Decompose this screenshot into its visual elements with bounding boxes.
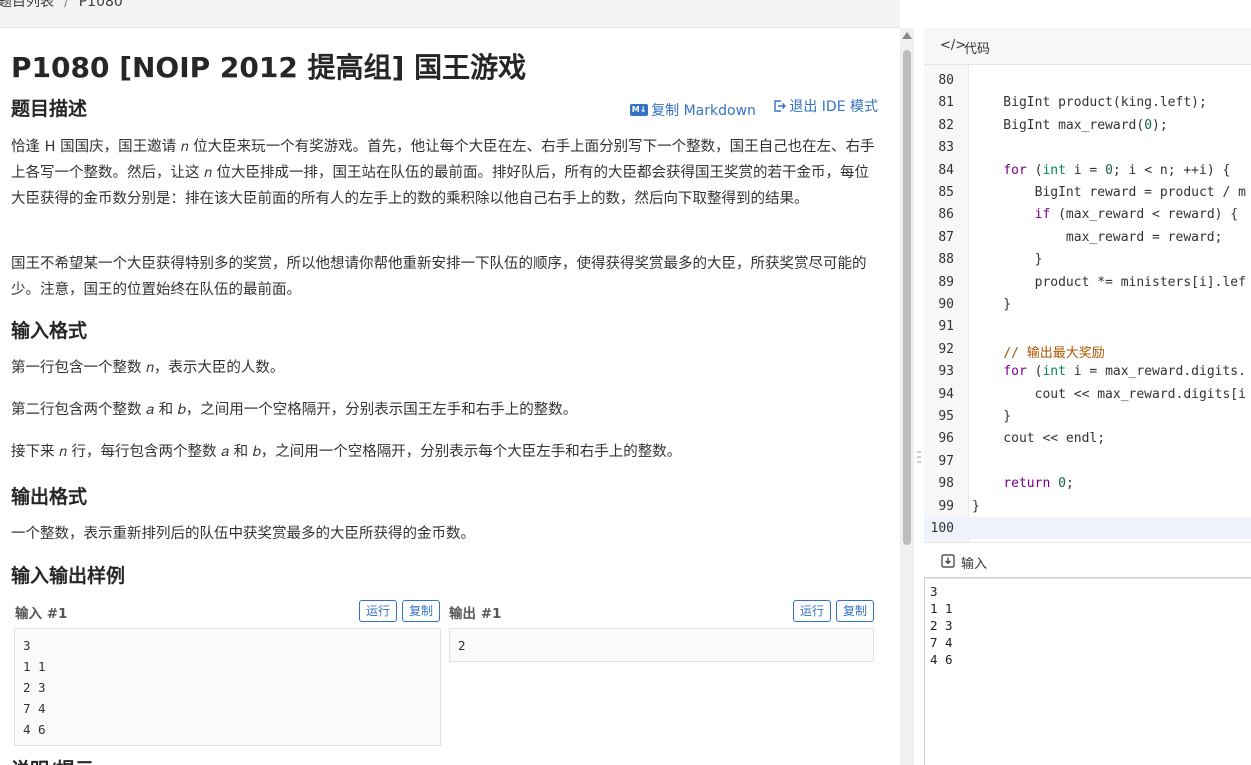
sample-output-line: 2 — [458, 638, 466, 653]
scrollbar-thumb[interactable] — [903, 50, 911, 545]
code-brackets-icon: </> — [940, 38, 967, 53]
breadcrumb: 题目列表 / P1080 — [0, 0, 123, 11]
samples-heading: 输入输出样例 — [11, 565, 126, 587]
description-heading: 题目描述 — [11, 98, 88, 120]
line-number: 99 — [938, 498, 954, 514]
code-line: return 0; — [1003, 476, 1074, 492]
code-line: BigInt product(king.left); — [972, 95, 1207, 111]
sample-input-line: 7 4 — [23, 701, 46, 716]
problem-panel: P1080 [NOIP 2012 提高组] 国王游戏 题目描述 M↓ 复制 Ma… — [0, 28, 897, 765]
problem-scrollbar[interactable] — [900, 28, 914, 765]
breadcrumb-current: P1080 — [78, 0, 123, 10]
custom-input-line: 7 4 — [930, 635, 953, 650]
code-line: if (max_reward < reward) { — [1034, 207, 1239, 223]
code-line: product *= ministers[i].lef — [972, 274, 1246, 290]
scroll-up-arrow-icon[interactable] — [902, 32, 912, 39]
top-bar: 题目列表 / P1080 — [0, 0, 900, 28]
line-number: 91 — [938, 319, 954, 335]
line-number: 81 — [938, 95, 954, 111]
custom-input-line: 2 3 — [930, 618, 953, 633]
line-number: 86 — [938, 207, 954, 223]
input-panel-title: 输入 — [961, 557, 988, 572]
exit-ide-label: 退出 IDE 模式 — [789, 99, 878, 115]
output-format-paragraph: 一个整数，表示重新排列后的队伍中获奖赏最多的大臣所获得的金币数。 — [11, 526, 475, 542]
ide-panel: </> 代码 80 81 BigInt product(king.left); 82… — [924, 28, 1251, 765]
code-line: for (int i = 0; i < n; ++i) { — [1003, 162, 1231, 178]
sample-input-run-button[interactable]: 运行 — [359, 600, 398, 622]
line-number: 95 — [938, 409, 954, 424]
custom-input-textarea[interactable]: 3 1 1 2 3 7 4 4 6 — [924, 577, 1251, 765]
sample-input-copy-button[interactable]: 复制 — [402, 600, 441, 622]
problem-actions: M↓ 复制 Markdown 退出 IDE 模式 — [616, 96, 878, 120]
sample-input-line: 2 3 — [23, 680, 46, 695]
line-number: 96 — [938, 431, 954, 447]
exit-ide-button[interactable]: 退出 IDE 模式 — [774, 96, 878, 116]
line-number: 90 — [938, 297, 954, 312]
output-format-heading: 输出格式 — [11, 486, 88, 508]
code-line: } — [972, 409, 1012, 424]
line-number: 84 — [938, 162, 954, 178]
input-format-paragraph-1: 第一行包含一个整数 𝑛，表示大臣的人数。 — [11, 360, 285, 376]
exit-icon — [774, 100, 787, 112]
code-line: cout << max_reward.digits[i — [972, 386, 1246, 402]
code-line: } — [972, 297, 1012, 312]
line-number: 82 — [938, 117, 954, 133]
line-number: 88 — [938, 252, 954, 268]
code-panel-title: 代码 — [964, 42, 991, 57]
sample-input-box: 3 1 1 2 3 7 4 4 6 — [14, 628, 441, 746]
custom-input-line: 4 6 — [930, 652, 953, 667]
hint-heading: 说明/提示 — [11, 755, 94, 765]
code-editor[interactable]: 80 81 BigInt product(king.left); 82 BigInt… — [924, 64, 1251, 543]
current-line-highlight — [924, 517, 1251, 539]
line-number: 93 — [938, 364, 954, 380]
breadcrumb-problem-list[interactable]: 题目列表 — [0, 0, 54, 10]
sample-output-label: 输出 #1 — [449, 606, 502, 622]
code-line: BigInt max_reward(0); — [972, 117, 1168, 133]
markdown-icon: M↓ — [630, 104, 649, 116]
code-line: BigInt reward = product / m — [972, 185, 1246, 200]
input-format-paragraph-3: 接下来 𝑛 行，每行包含两个整数 𝑎 和 𝑏，之间用一个空格隔开，分别表示每个大… — [11, 444, 682, 460]
drag-handle-icon[interactable] — [917, 450, 921, 464]
sample-output-box: 2 — [449, 628, 874, 662]
custom-input-line: 3 — [930, 584, 938, 599]
sample-output-run-button[interactable]: 运行 — [793, 600, 832, 622]
line-number: 83 — [938, 140, 954, 156]
line-number: 80 — [938, 73, 954, 88]
sample-input-line: 4 6 — [23, 722, 46, 737]
download-box-icon — [941, 554, 955, 568]
line-number: 87 — [938, 229, 954, 245]
sample-input-line: 3 — [23, 638, 31, 653]
code-line: max_reward = reward; — [972, 229, 1223, 245]
problem-title: P1080 [NOIP 2012 提高组] 国王游戏 — [11, 51, 527, 84]
description-paragraph-1: 恰逢 H 国国庆，国王邀请 𝑛 位大臣来玩一个有奖游戏。首先，他让每个大臣在左、… — [11, 139, 875, 207]
input-format-heading: 输入格式 — [11, 320, 88, 342]
line-number: 98 — [938, 476, 954, 492]
input-format-paragraph-2: 第二行包含两个整数 𝑎 和 𝑏，之间用一个空格隔开，分别表示国王左手和右手上的整… — [11, 402, 578, 418]
code-line: } — [972, 498, 980, 514]
line-number: 92 — [938, 341, 954, 357]
pane-divider[interactable] — [914, 28, 924, 765]
line-number: 94 — [938, 386, 954, 402]
code-panel-header: </> 代码 — [924, 28, 1251, 65]
copy-markdown-button[interactable]: M↓ 复制 Markdown — [630, 100, 756, 120]
copy-markdown-label: 复制 Markdown — [651, 103, 756, 119]
code-line: for (int i = max_reward.digits. — [1003, 364, 1246, 380]
sample-input-label: 输入 #1 — [15, 606, 68, 622]
sample-input-line: 1 1 — [23, 659, 46, 674]
line-number: 100 — [930, 521, 954, 536]
sample-output-copy-button[interactable]: 复制 — [836, 600, 875, 622]
line-number: 97 — [938, 453, 954, 469]
custom-input-line: 1 1 — [930, 601, 953, 616]
code-line: // 输出最大奖励 — [1003, 345, 1105, 361]
input-panel-header: 输入 — [924, 542, 1251, 579]
code-line: } — [972, 252, 1043, 268]
line-number: 85 — [938, 185, 954, 200]
breadcrumb-separator: / — [64, 0, 69, 10]
description-paragraph-2: 国王不希望某一个大臣获得特别多的奖赏，所以他想请你帮他重新安排一下队伍的顺序，使… — [11, 256, 867, 298]
code-line: cout << endl; — [972, 431, 1106, 447]
line-number: 89 — [938, 274, 954, 290]
